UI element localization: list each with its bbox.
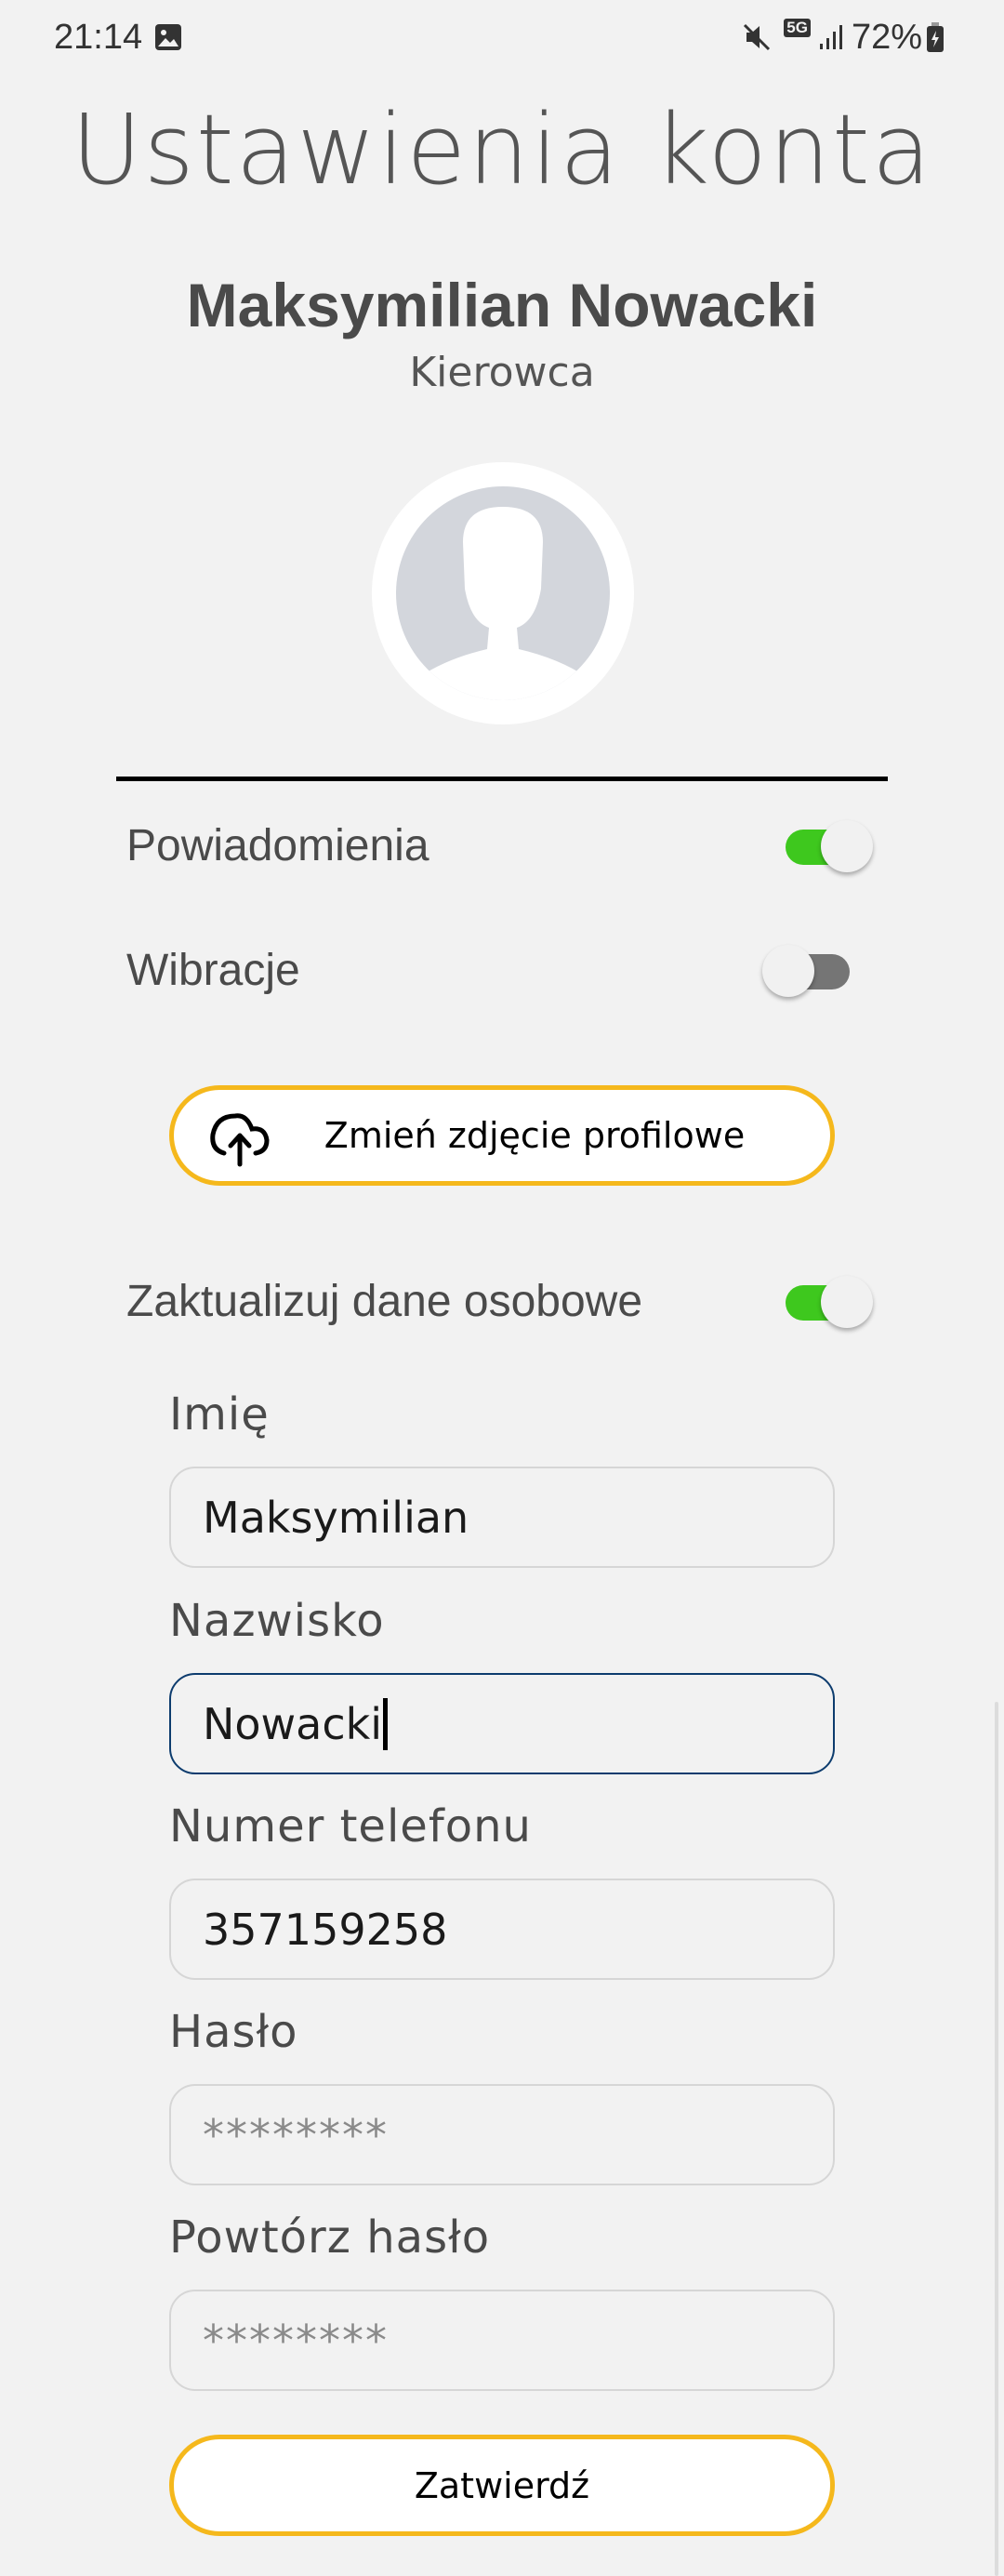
status-bar-right: 5G 72% <box>741 13 945 61</box>
submit-label: Zatwierdź <box>414 2464 590 2506</box>
change-photo-label: Zmień zdjęcie profilowe <box>324 1115 746 1156</box>
clock: 21:14 <box>54 17 143 57</box>
password-label: Hasło <box>169 2006 298 2058</box>
first-name-label: Imię <box>169 1388 270 1441</box>
last-name-value: Nowacki <box>203 1698 383 1749</box>
toggle-knob <box>762 945 814 997</box>
toggle-knob <box>821 1276 873 1328</box>
password-placeholder: ******** <box>203 2109 389 2160</box>
vibration-label: Wibracje <box>126 946 300 995</box>
phone-value: 357159258 <box>203 1904 448 1955</box>
text-caret <box>383 1697 389 1750</box>
page-title: Ustawienia konta <box>71 93 933 206</box>
vibration-toggle[interactable] <box>762 945 850 997</box>
phone-input[interactable]: 357159258 <box>169 1879 835 1980</box>
profile-name: Maksymilian Nowacki <box>186 271 818 339</box>
first-name-input[interactable]: Maksymilian <box>169 1467 835 1568</box>
password-repeat-label: Powtórz hasło <box>169 2211 491 2264</box>
password-input[interactable]: ******** <box>169 2084 835 2185</box>
avatar <box>372 462 634 724</box>
first-name-value: Maksymilian <box>203 1492 469 1543</box>
password-repeat-placeholder: ******** <box>203 2315 389 2366</box>
cloud-upload-icon <box>210 1113 270 1167</box>
signal-icon <box>819 25 842 49</box>
last-name-label: Nazwisko <box>169 1595 385 1647</box>
gallery-icon <box>155 24 182 50</box>
last-name-input[interactable]: Nowacki <box>169 1673 835 1774</box>
battery-percent: 72% <box>851 17 922 57</box>
toggle-knob <box>821 820 873 872</box>
status-bar-left: 21:14 <box>54 13 183 61</box>
update-data-toggle[interactable] <box>786 1276 873 1328</box>
profile-role: Kierowca <box>409 349 595 396</box>
notifications-toggle[interactable] <box>786 820 873 872</box>
person-silhouette-icon <box>396 486 610 700</box>
update-data-label: Zaktualizuj dane osobowe <box>126 1277 643 1326</box>
battery-charging-icon <box>927 22 944 52</box>
divider <box>116 777 888 781</box>
mute-icon <box>744 23 771 51</box>
submit-button[interactable]: Zatwierdź <box>169 2435 835 2536</box>
change-photo-button[interactable]: Zmień zdjęcie profilowe <box>169 1085 835 1186</box>
notifications-label: Powiadomienia <box>126 821 429 870</box>
password-repeat-input[interactable]: ******** <box>169 2290 835 2391</box>
phone-label: Numer telefonu <box>169 1800 532 1852</box>
scrollbar[interactable] <box>995 1702 998 2576</box>
5g-icon: 5G <box>784 19 811 37</box>
